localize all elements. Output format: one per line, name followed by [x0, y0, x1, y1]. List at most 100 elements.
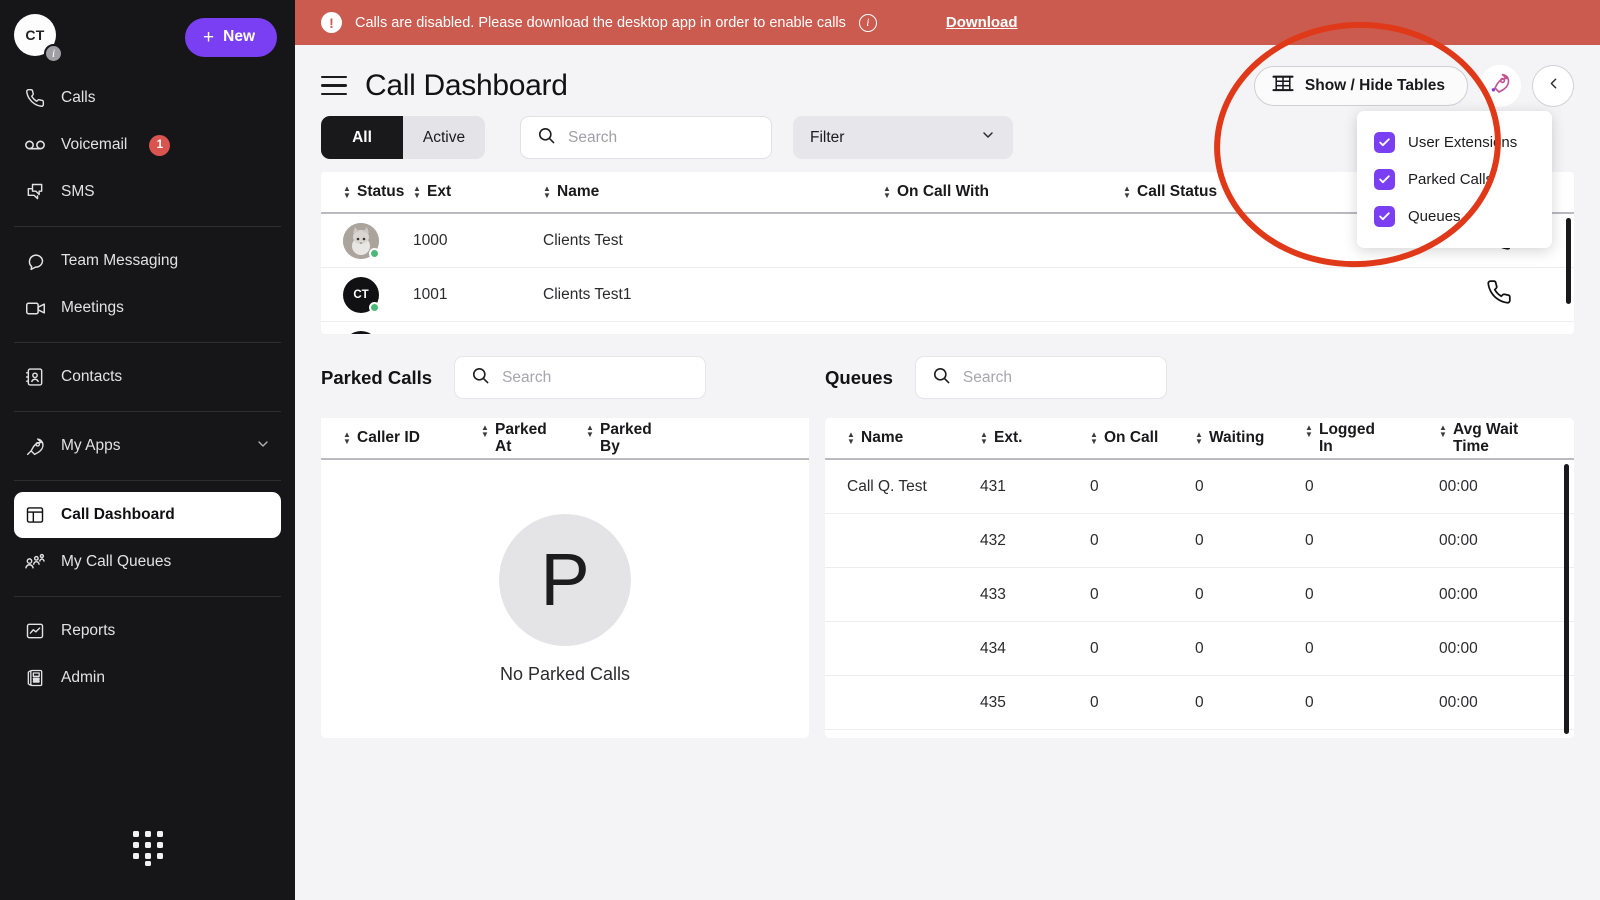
queues-icon — [24, 551, 46, 573]
column-header-on-call-with[interactable]: ▲▼ On Call With — [883, 183, 1123, 201]
sidebar-item-calls[interactable]: Calls — [14, 75, 281, 121]
extensions-search[interactable] — [520, 116, 772, 159]
sidebar-item-meetings[interactable]: Meetings — [14, 285, 281, 331]
parked-calls-empty-state: P No Parked Calls — [321, 460, 809, 738]
hamburger-icon[interactable] — [321, 76, 347, 96]
sidebar-item-my-apps[interactable]: My Apps — [14, 423, 281, 469]
queue-avg-wait: 00:00 — [1439, 532, 1569, 550]
extensions-scrollbar[interactable] — [1566, 218, 1571, 304]
parked-calls-search-input[interactable] — [502, 369, 689, 387]
dropdown-item-user-extensions[interactable]: User Extensions — [1357, 124, 1552, 161]
queues-title: Queues — [825, 367, 893, 389]
queue-on-call: 0 — [1090, 586, 1195, 604]
sidebar-item-sms[interactable]: SMS — [14, 169, 281, 215]
column-label: On Call — [1104, 429, 1158, 447]
column-header-status[interactable]: ▲▼ Status — [321, 183, 413, 201]
table-row[interactable]: 432 0 0 0 00:00 — [825, 514, 1574, 568]
call-button[interactable] — [1486, 279, 1574, 310]
search-input[interactable] — [568, 129, 755, 147]
filter-dropdown[interactable]: Filter — [793, 116, 1013, 159]
chat-icon — [24, 250, 46, 272]
checkbox-checked-icon[interactable] — [1374, 206, 1395, 227]
column-header-parked-at[interactable]: ▲▼ ParkedAt — [481, 421, 586, 455]
queues-search-input[interactable] — [963, 369, 1150, 387]
column-header-ext[interactable]: ▲▼ Ext. — [980, 429, 1090, 447]
column-header-name[interactable]: ▲▼ Name — [543, 183, 883, 201]
dropdown-item-parked-calls[interactable]: Parked Calls — [1357, 161, 1552, 198]
column-header-avg-wait-time[interactable]: ▲▼ Avg WaitTime — [1439, 421, 1569, 455]
sort-icon: ▲▼ — [1195, 431, 1203, 445]
checkbox-checked-icon[interactable] — [1374, 169, 1395, 190]
search-icon — [932, 366, 951, 390]
dropdown-item-label: User Extensions — [1408, 134, 1517, 151]
queue-avg-wait: 00:00 — [1439, 478, 1569, 496]
parked-calls-empty-text: No Parked Calls — [500, 664, 630, 685]
sidebar-item-admin[interactable]: Admin — [14, 655, 281, 701]
column-label: On Call With — [897, 183, 989, 201]
column-header-caller-id[interactable]: ▲▼ Caller ID — [321, 429, 481, 447]
tab-active[interactable]: Active — [403, 116, 485, 159]
column-header-ext[interactable]: ▲▼ Ext — [413, 183, 543, 201]
table-row[interactable]: 435 0 0 0 00:00 — [825, 676, 1574, 730]
header-actions: Show / Hide Tables — [1254, 65, 1574, 107]
queues-scrollbar[interactable] — [1564, 464, 1569, 734]
sidebar-item-label: Calls — [61, 89, 95, 107]
sidebar-item-call-dashboard[interactable]: Call Dashboard — [14, 492, 281, 538]
table-row[interactable]: Call Q. Test 431 0 0 0 00:00 — [825, 460, 1574, 514]
queues-search[interactable] — [915, 356, 1167, 399]
sidebar-item-contacts[interactable]: Contacts — [14, 354, 281, 400]
column-header-name[interactable]: ▲▼ Name — [825, 429, 980, 447]
dropdown-item-queues[interactable]: Queues — [1357, 198, 1552, 235]
column-header-on-call[interactable]: ▲▼ On Call — [1090, 429, 1195, 447]
parked-calls-pane: Parked Calls ▲▼ Caller ID — [321, 356, 809, 738]
parked-calls-header: Parked Calls — [321, 356, 809, 399]
table-row[interactable]: 434 0 0 0 00:00 — [825, 622, 1574, 676]
show-hide-tables-button[interactable]: Show / Hide Tables — [1254, 66, 1468, 106]
phone-icon — [24, 87, 46, 109]
sort-icon: ▲▼ — [413, 185, 421, 199]
queue-name: Call Q. Test — [825, 478, 980, 496]
sort-icon: ▲▼ — [1090, 431, 1098, 445]
info-icon[interactable]: i — [859, 14, 877, 32]
table-row[interactable]: CT 1001 Clients Test1 — [321, 268, 1574, 322]
download-link[interactable]: Download — [946, 14, 1018, 31]
dialpad-icon — [131, 829, 165, 872]
sidebar-item-my-call-queues[interactable]: My Call Queues — [14, 539, 281, 585]
sort-icon: ▲▼ — [1305, 424, 1313, 438]
column-header-waiting[interactable]: ▲▼ Waiting — [1195, 429, 1305, 447]
lower-panes: Parked Calls ▲▼ Caller ID — [295, 334, 1600, 738]
sidebar-divider — [14, 411, 281, 412]
chevron-down-icon — [255, 436, 271, 457]
sidebar-item-label: Voicemail — [61, 136, 127, 154]
my-apps-rocket-button[interactable] — [1479, 65, 1521, 107]
new-button[interactable]: + New — [185, 18, 277, 57]
queue-ext: 432 — [980, 532, 1090, 550]
sidebar-item-reports[interactable]: Reports — [14, 608, 281, 654]
queue-logged-in: 0 — [1305, 586, 1439, 604]
parked-calls-search[interactable] — [454, 356, 706, 399]
queue-on-call: 0 — [1090, 694, 1195, 712]
avatar[interactable]: CT i — [14, 14, 60, 60]
table-row[interactable]: 433 0 0 0 00:00 — [825, 568, 1574, 622]
dropdown-item-label: Parked Calls — [1408, 171, 1493, 188]
column-header-parked-by[interactable]: ▲▼ ParkedBy — [586, 421, 691, 455]
page-title: Call Dashboard — [365, 69, 568, 103]
column-header-call-status[interactable]: ▲▼ Call Status — [1123, 183, 1363, 201]
sidebar-item-team-messaging[interactable]: Team Messaging — [14, 238, 281, 284]
sms-icon — [24, 181, 46, 203]
checkbox-checked-icon[interactable] — [1374, 132, 1395, 153]
avatar — [343, 331, 379, 335]
show-hide-tables-label: Show / Hide Tables — [1305, 77, 1445, 95]
dialpad-button[interactable] — [0, 829, 295, 872]
queue-waiting: 0 — [1195, 532, 1305, 550]
collapse-panel-button[interactable] — [1532, 65, 1574, 107]
tab-all[interactable]: All — [321, 116, 403, 159]
column-label: Name — [557, 183, 599, 201]
column-header-logged-in[interactable]: ▲▼ LoggedIn — [1305, 421, 1439, 455]
row-status — [321, 331, 413, 335]
sort-icon: ▲▼ — [1123, 185, 1131, 199]
sidebar-item-voicemail[interactable]: Voicemail 1 — [14, 122, 281, 168]
column-label: ParkedAt — [495, 421, 547, 455]
table-row-partial[interactable] — [321, 322, 1574, 334]
sort-icon: ▲▼ — [586, 424, 594, 438]
